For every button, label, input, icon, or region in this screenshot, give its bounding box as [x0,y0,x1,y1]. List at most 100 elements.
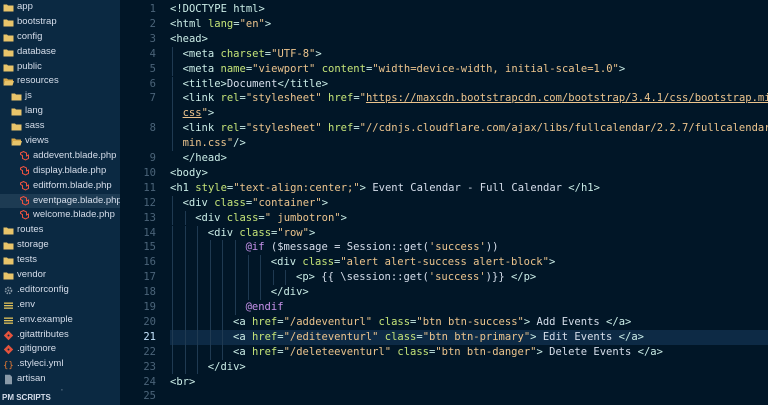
tree-item[interactable]: sass [0,119,120,134]
tree-item[interactable]: welcome.blade.php [0,208,120,223]
attribute-token: lang [207,17,234,30]
indent-guide [260,255,262,271]
code-editor[interactable]: 1 2 3 4 5 6 7 8 9 10 11 12 13 14 15 16 17 18 19 20 21 22 23 24 2… [120,0,768,405]
code-line[interactable]: <html lang="en"> [170,17,768,32]
code-line[interactable]: <div class=" jumbotron"> [170,211,768,226]
tree-item[interactable]: lang [0,104,120,119]
code-line[interactable] [170,389,768,404]
string-token: "width=device-width, initial-scale=1.0" [372,62,619,75]
line-number: 18 [143,286,156,299]
text-token: Delete Events [549,345,638,358]
tag-token: <!DOCTYPE html> [170,3,265,15]
string-token: " jumbotron" [264,211,341,224]
tree-item[interactable]: .env [0,298,120,313]
code-area[interactable]: <!DOCTYPE html> <html lang="en"> <head> <me… [170,0,768,405]
laravel-icon [19,195,30,207]
indent-guide [260,285,262,300]
code-line[interactable]: css"> [170,106,768,121]
text-token: {{ \session::get( [321,271,429,284]
tree-item-label: .gitignore [17,343,57,355]
tree-item[interactable]: database [0,45,120,60]
line-number: 19 [143,301,156,313]
url-token[interactable]: https://maxcdn.bootstrapcdn.com/bootstra… [366,92,768,104]
attribute-token: class [302,256,335,269]
string-token: "row" [277,226,309,239]
code-line[interactable]: min.css"/> [170,136,768,151]
line-number: 10 [143,166,156,179]
code-line[interactable]: <a href="/deleteeventurl" class="btn btn… [170,345,768,360]
code-line[interactable]: </head> [170,151,768,166]
tag-token: > [308,226,316,239]
code-line[interactable]: @endif [170,300,768,315]
code-line[interactable]: </div> [170,360,768,375]
string-token: "alert alert-success alert-block" [340,256,549,269]
tree-item[interactable]: addevent.blade.php [0,149,120,164]
code-line[interactable]: <!DOCTYPE html> [170,2,768,17]
tree-item-label: public [17,60,42,72]
tree-item[interactable]: .env.example [0,313,120,328]
tree-item[interactable]: vendor [0,268,120,283]
tree-item-label: .env.example [17,313,73,325]
line-number: 24 [143,375,156,388]
code-line[interactable]: <meta charset="UTF-8"> [170,47,768,62]
code-line[interactable]: @if ($message = Session::get('success')) [170,240,768,255]
string-token: "//cdnjs.cloudflare.com/ajax/libs/fullca… [359,122,768,135]
code-line[interactable]: <title>Document</title> [170,77,768,92]
tag-token: > [359,181,373,194]
tag-token: > [340,211,347,224]
tree-item[interactable]: display.blade.php [0,164,120,179]
code-line[interactable]: <link rel="stylesheet" href="https://max… [170,91,768,106]
indent-guide [235,255,236,271]
line-number: 3 [149,32,156,45]
code-line[interactable]: <link rel="stylesheet" href="//cdnjs.clo… [170,121,768,136]
tag-token: <p> [296,271,322,284]
code-line[interactable]: <br> [170,375,768,390]
tree-item[interactable]: app [0,0,120,15]
code-line[interactable]: <div class="row"> [170,226,768,241]
tree-item[interactable]: artisan [0,372,120,387]
attribute-token: class [384,330,417,343]
tree-item[interactable]: {} .styleci.yml [0,357,120,372]
code-line[interactable]: <div class="container"> [170,196,768,211]
indent-guide [197,359,199,375]
code-line[interactable]: <h1 style="text-align:center;"> Event Ca… [170,181,768,196]
line-number-gutter: 1 2 3 4 5 6 7 8 9 10 11 12 13 14 15 16 17 18 19 20 21 22 23 24 2… [120,0,156,405]
text-token: Document [226,77,278,90]
indent-guide [172,300,173,315]
laravel-icon [19,150,30,162]
tree-item[interactable]: resources [0,74,120,89]
tree-item[interactable]: storage [0,238,120,253]
tree-item[interactable]: js [0,89,120,104]
tree-item[interactable]: .gitignore [0,342,120,357]
tag-token: </head> [170,152,227,164]
folder-icon [3,270,14,281]
code-line[interactable]: <meta name="viewport" content="width=dev… [170,62,768,77]
tree-item[interactable]: tests [0,253,120,268]
tree-item[interactable]: .editorconfig [0,283,120,298]
indent-guide [197,255,199,271]
indent-guide [235,285,236,300]
npm-scripts-header[interactable]: PM SCRIPTS [0,391,120,405]
tree-item[interactable]: config [0,30,120,45]
tree-item[interactable]: .gitattributes [0,328,120,343]
tag-token: <head> [170,32,208,45]
code-line[interactable]: <a href="/editeventurl" class="btn btn-p… [170,329,768,345]
code-line[interactable]: <body> [170,166,768,181]
code-line[interactable]: <head> [170,32,768,47]
tree-item[interactable]: views [0,134,120,149]
indent-guide [222,255,224,271]
tree-item[interactable]: routes [0,223,120,238]
code-line[interactable]: <a href="/addeventurl" class="btn btn-su… [170,315,768,330]
tree-item[interactable]: eventpage.blade.php [0,193,120,209]
tag-token: > [530,330,543,343]
indent-guide [247,255,249,271]
tree-item[interactable]: editform.blade.php [0,179,120,194]
tree-item[interactable]: public [0,60,120,75]
attribute-token: charset [220,47,265,60]
tree-item[interactable]: bootstrap [0,15,120,30]
url-token[interactable]: css [183,107,202,119]
string-token: 'success' [428,241,486,254]
tree-item-label: display.blade.php [33,164,107,176]
indent-guide [184,285,186,300]
tree-item-label: editform.blade.php [33,179,112,191]
